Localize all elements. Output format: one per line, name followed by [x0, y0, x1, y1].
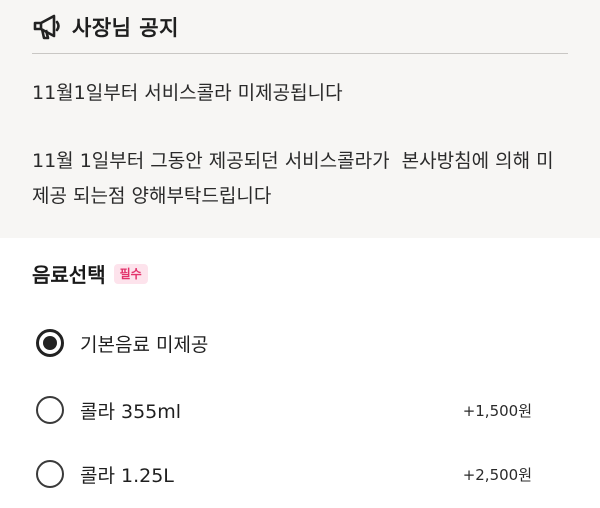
notice-title: 사장님 공지	[72, 16, 179, 40]
option-label: 콜라 355ml	[80, 400, 182, 423]
option-label: 콜라 1.25L	[80, 464, 174, 487]
required-badge: 필수	[113, 263, 148, 284]
option-cola-1-25l[interactable]: 콜라 1.25L +2,500원	[36, 457, 568, 491]
megaphone-icon	[32, 13, 64, 41]
notice-header: 사장님 공지	[32, 8, 179, 46]
option-label: 기본음료 미제공	[80, 333, 209, 356]
radio-checked-icon[interactable]	[36, 329, 64, 357]
option-no-drink[interactable]: 기본음료 미제공	[36, 326, 568, 360]
radio-unchecked-icon[interactable]	[36, 460, 64, 488]
section-title: 음료선택	[32, 263, 106, 287]
radio-unchecked-icon[interactable]	[36, 396, 64, 424]
notice-body: 11월 1일부터 그동안 제공되던 서비스콜라가 본사방침에 의해 미 제공 되…	[32, 150, 554, 207]
option-cola-355ml[interactable]: 콜라 355ml +1,500원	[36, 393, 568, 427]
store-notice-panel: 사장님 공지 11월1일부터 서비스콜라 미제공됩니다 11월 1일부터 그동안…	[0, 0, 600, 238]
option-price: +1,500원	[462, 401, 532, 420]
option-price: +2,500원	[462, 465, 532, 484]
notice-divider	[32, 53, 568, 54]
drink-selection-header: 음료선택 필수	[32, 259, 148, 288]
notice-headline: 11월1일부터 서비스콜라 미제공됩니다	[32, 82, 343, 104]
